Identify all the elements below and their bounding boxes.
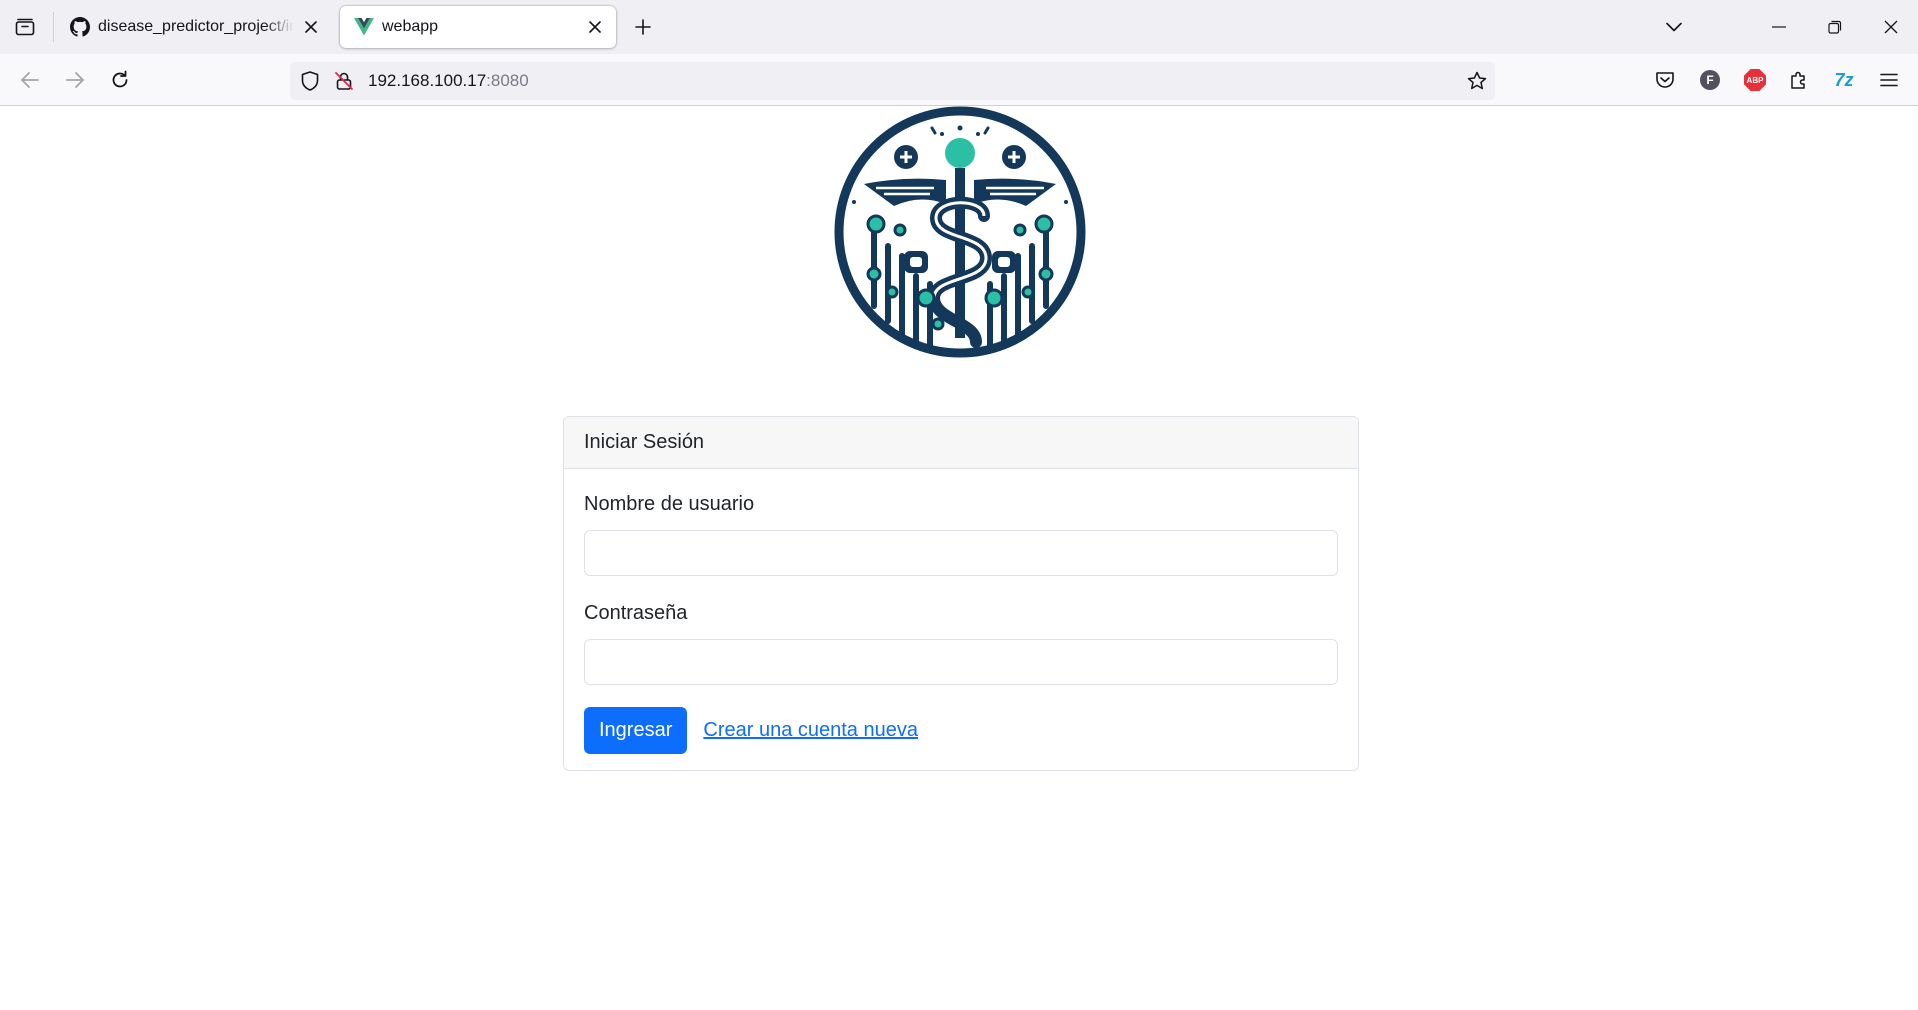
password-label: Contraseña xyxy=(584,602,688,624)
tab-title: webapp xyxy=(382,18,439,35)
url-host: 192.168.100.17 xyxy=(368,71,487,90)
close-tab-icon[interactable] xyxy=(300,16,322,38)
hamburger-menu-icon[interactable] xyxy=(1877,68,1901,92)
close-window-icon[interactable] xyxy=(1872,8,1910,46)
create-account-link[interactable]: Crear una cuenta nueva xyxy=(703,719,918,742)
url-port: :8080 xyxy=(486,71,529,90)
url-text[interactable]: 192.168.100.17:8080 xyxy=(368,71,529,91)
tab-separator xyxy=(53,12,54,42)
url-bar[interactable]: 192.168.100.17:8080 xyxy=(290,62,1495,100)
list-all-tabs-chevron-icon[interactable] xyxy=(1656,8,1692,46)
forward-arrow-icon[interactable] xyxy=(57,62,93,98)
password-input[interactable] xyxy=(584,639,1338,685)
account-f-icon[interactable]: F xyxy=(1698,68,1722,92)
reload-icon[interactable] xyxy=(102,62,138,98)
login-card-header: Iniciar Sesión xyxy=(564,417,1358,469)
browser-nav-bar: 192.168.100.17:8080 F ABP 7z xyxy=(0,54,1918,106)
translate-icon[interactable]: 7z xyxy=(1832,68,1856,92)
tab-title: disease_predictor_project/images xyxy=(98,18,294,35)
tracking-protection-shield-icon[interactable] xyxy=(298,69,322,93)
username-input[interactable] xyxy=(584,530,1338,576)
vue-icon xyxy=(354,17,374,37)
tab-webapp[interactable]: webapp xyxy=(340,6,616,48)
username-label: Nombre de usuario xyxy=(584,493,755,515)
restore-window-icon[interactable] xyxy=(1816,8,1854,46)
minimize-window-icon[interactable] xyxy=(1760,8,1798,46)
medical-circuit-logo xyxy=(834,106,1086,358)
browser-tab-bar: disease_predictor_project/images webapp xyxy=(0,0,1918,54)
new-tab-plus-icon[interactable] xyxy=(628,12,658,42)
github-icon xyxy=(70,17,90,37)
extensions-icon[interactable] xyxy=(1787,68,1811,92)
pocket-icon[interactable] xyxy=(1653,68,1677,92)
login-card: Iniciar Sesión Nombre de usuario Contras… xyxy=(563,416,1359,771)
insecure-lock-icon[interactable] xyxy=(332,69,356,93)
bookmark-star-icon[interactable] xyxy=(1465,69,1489,93)
adblock-plus-icon[interactable]: ABP xyxy=(1743,68,1767,92)
tab-manager-icon[interactable] xyxy=(6,9,44,45)
tab-github[interactable]: disease_predictor_project/images xyxy=(56,6,332,48)
close-tab-icon[interactable] xyxy=(584,16,606,38)
login-submit-button[interactable]: Ingresar xyxy=(584,707,688,754)
back-arrow-icon[interactable] xyxy=(12,62,48,98)
login-form: Nombre de usuario Contraseña Ingresar Cr… xyxy=(564,469,1358,770)
form-actions: Ingresar Crear una cuenta nueva xyxy=(584,707,1338,754)
